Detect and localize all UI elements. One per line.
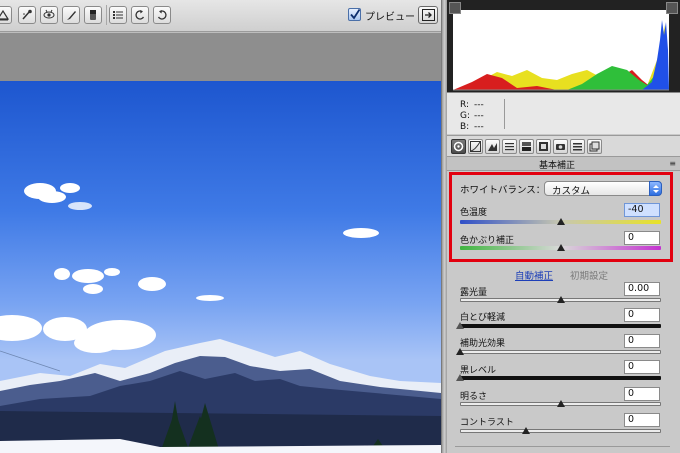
fill-light-slider-track[interactable]	[460, 350, 661, 354]
panel-tabs	[447, 135, 680, 157]
tab-effects-icon[interactable]	[553, 139, 568, 154]
rotate-ccw-icon[interactable]	[131, 6, 149, 24]
select-stepper-icon	[649, 181, 662, 196]
slider-label-recovery: 白とび軽減	[460, 313, 506, 323]
tab-detail-icon[interactable]	[485, 139, 500, 154]
straighten-icon[interactable]	[0, 6, 12, 24]
panel-menu-icon[interactable]: ≡	[669, 159, 676, 168]
toolbar-separator	[106, 5, 107, 25]
brightness-input[interactable]: 0	[624, 387, 660, 401]
highlight-clipping-warning-icon[interactable]	[666, 2, 678, 14]
spot-removal-icon[interactable]	[18, 6, 36, 24]
fullscreen-toggle-button[interactable]	[418, 6, 438, 24]
r-readout: R: ---	[460, 100, 484, 110]
fullscreen-icon	[422, 9, 435, 21]
exposure-slider-thumb[interactable]	[556, 296, 565, 303]
section-title: 基本補正	[538, 161, 575, 171]
panel-divider	[455, 446, 670, 447]
tab-split-toning-icon[interactable]	[519, 139, 534, 154]
slider-label-fill-light: 補助光効果	[460, 339, 506, 349]
blacks-slider-thumb[interactable]	[456, 374, 464, 381]
white-balance-label: ホワイトバランス：	[460, 185, 546, 196]
tab-basic-icon[interactable]	[451, 139, 466, 154]
tab-camera-calibration-icon[interactable]	[570, 139, 585, 154]
temperature-input[interactable]: -40	[624, 203, 660, 217]
preview-label: プレビュー	[365, 12, 415, 23]
readout-divider	[504, 99, 505, 129]
toolbar: プレビュー	[0, 0, 444, 32]
blacks-slider-track[interactable]	[460, 376, 661, 380]
slider-label-blacks: 黒レベル	[460, 366, 497, 376]
white-balance-value: カスタム	[552, 186, 591, 197]
slider-label-tint: 色かぶり補正	[460, 236, 515, 246]
fill-light-slider-thumb[interactable]	[456, 348, 464, 355]
rgb-readout: R: --- G: --- B: ---	[447, 92, 680, 134]
brightness-slider-thumb[interactable]	[556, 400, 565, 407]
adjustments-panel: R: --- G: --- B: --- 基本補正 ≡ ホワイトバランス： カスタム …	[447, 0, 680, 453]
image-canvas[interactable]	[0, 33, 444, 453]
tab-lens-icon[interactable]	[536, 139, 551, 154]
slider-label-exposure: 露光量	[460, 288, 488, 298]
white-balance-select[interactable]: カスタム	[544, 181, 662, 197]
exposure-input[interactable]: 0.00	[624, 282, 660, 296]
fill-light-input[interactable]: 0	[624, 334, 660, 348]
default-adjust-link[interactable]: 初期設定	[570, 268, 608, 282]
contrast-input[interactable]: 0	[624, 413, 660, 427]
slider-label-contrast: コントラスト	[460, 418, 514, 428]
g-readout: G: ---	[460, 111, 484, 121]
list-icon[interactable]	[109, 6, 127, 24]
tab-presets-icon[interactable]	[587, 139, 602, 154]
temperature-slider-thumb[interactable]	[556, 218, 565, 225]
blacks-input[interactable]: 0	[624, 360, 660, 374]
adjustment-brush-icon[interactable]	[62, 6, 80, 24]
histogram	[447, 0, 680, 92]
recovery-slider-track[interactable]	[460, 324, 661, 328]
auto-adjust-link[interactable]: 自動補正	[515, 268, 553, 282]
tab-hsl-icon[interactable]	[502, 139, 517, 154]
slider-label-temperature: 色温度	[460, 208, 488, 218]
contrast-slider-track[interactable]	[460, 429, 661, 433]
graduated-filter-icon[interactable]	[84, 6, 102, 24]
recovery-slider-thumb[interactable]	[456, 322, 464, 329]
recovery-input[interactable]: 0	[624, 308, 660, 322]
tint-slider-thumb[interactable]	[556, 244, 565, 251]
section-header: 基本補正 ≡	[447, 157, 680, 171]
red-eye-icon[interactable]	[40, 6, 58, 24]
shadow-clipping-warning-icon[interactable]	[449, 2, 461, 14]
preview-checkbox[interactable]	[348, 8, 361, 21]
tab-tone-curve-icon[interactable]	[468, 139, 483, 154]
b-readout: B: ---	[460, 122, 484, 132]
tint-input[interactable]: 0	[624, 231, 660, 245]
rotate-cw-icon[interactable]	[153, 6, 171, 24]
contrast-slider-thumb[interactable]	[522, 427, 531, 434]
slider-label-brightness: 明るさ	[460, 392, 488, 402]
photo-preview	[0, 81, 441, 453]
